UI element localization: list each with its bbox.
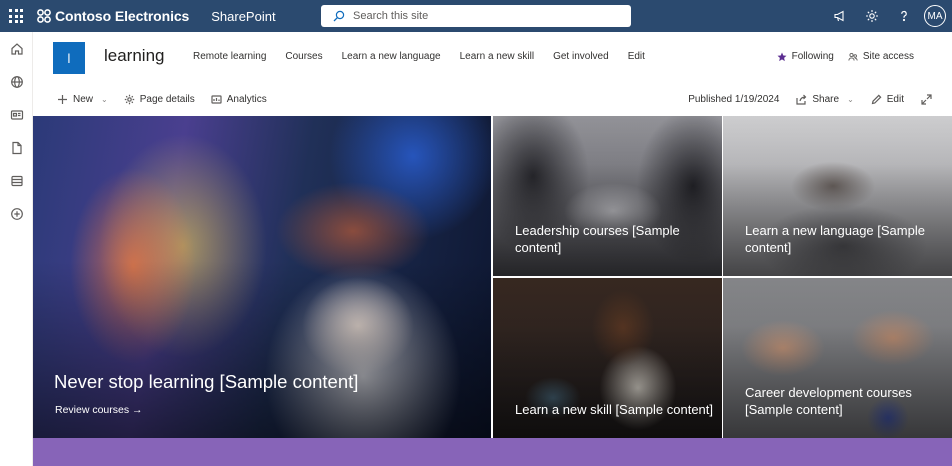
chevron-down-icon: ⌄ [101,95,108,104]
nav-item-learn-a-new-skill[interactable]: Learn a new skill [460,51,534,62]
avatar[interactable]: MA [924,5,946,27]
share-label: Share [812,94,840,105]
help-icon[interactable] [888,0,920,32]
site-title[interactable]: learning [104,46,165,66]
pencil-icon [871,94,882,105]
page-details-button[interactable]: Page details [124,94,195,105]
brand[interactable]: Contoso Electronics [36,0,189,32]
hero-web-part: Never stop learning [Sample content] Rev… [33,116,952,438]
hero-tile-main[interactable]: Never stop learning [Sample content] Rev… [33,116,491,438]
hero-tile-career[interactable]: Career development courses [Sample conte… [723,278,952,438]
nav-item-remote-learning[interactable]: Remote learning [193,51,266,62]
share-icon [796,94,807,105]
document-icon[interactable] [0,131,33,164]
hero-tile-leadership[interactable]: Leadership courses [Sample content] [493,116,722,276]
analytics-button[interactable]: Analytics [211,94,267,105]
app-name[interactable]: SharePoint [211,9,275,24]
plus-icon [58,95,67,104]
brand-name: Contoso Electronics [55,8,190,24]
list-icon[interactable] [0,164,33,197]
suite-bar: Contoso Electronics SharePoint Search th… [0,0,952,32]
expand-icon [921,94,932,105]
search-icon [333,10,345,22]
new-button[interactable]: New ⌄ [57,94,108,105]
nav-edit-link[interactable]: Edit [628,51,645,62]
site-logo[interactable]: l [53,42,85,74]
command-bar: New ⌄ Page details Analytics Published 1… [33,84,952,116]
chevron-down-icon: ⌄ [847,95,854,104]
site-access-button[interactable]: Site access [848,51,914,62]
left-rail [0,32,33,466]
create-icon[interactable] [0,197,33,230]
megaphone-icon[interactable] [824,0,856,32]
site-navigation: Remote learning Courses Learn a new lang… [193,51,645,62]
share-button[interactable]: Share ⌄ [796,94,854,105]
star-icon [777,52,787,61]
hero-tile-skill[interactable]: Learn a new skill [Sample content] [493,278,722,438]
hero-tile-language[interactable]: Learn a new language [Sample content] [723,116,952,276]
published-status: Published 1/19/2024 [688,94,780,105]
globe-icon[interactable] [0,65,33,98]
nav-item-learn-a-new-language[interactable]: Learn a new language [342,51,441,62]
hero-tile-title: Learn a new skill [Sample content] [515,402,713,417]
news-icon[interactable] [0,98,33,131]
analytics-icon [211,95,222,104]
new-label: New [73,94,94,105]
review-courses-link[interactable]: Review courses → [55,404,143,416]
edit-button[interactable]: Edit [871,94,904,105]
site-header: l learning Remote learning Courses Learn… [33,32,952,84]
page-details-label: Page details [139,94,195,105]
nav-item-get-involved[interactable]: Get involved [553,51,609,62]
expand-button[interactable] [921,94,932,105]
following-label: Following [791,51,834,62]
purple-section-band [33,438,952,466]
analytics-label: Analytics [226,94,267,105]
hero-main-title: Never stop learning [Sample content] [54,371,359,392]
search-box[interactable]: Search this site [321,5,631,27]
people-icon [848,52,858,61]
nav-item-courses[interactable]: Courses [285,51,322,62]
gear-icon[interactable] [856,0,888,32]
search-input[interactable]: Search this site [353,10,428,22]
contoso-logo-icon [37,9,51,23]
hero-tile-title: Leadership courses [Sample content] [515,223,680,255]
gear-icon [124,94,134,105]
home-icon[interactable] [0,32,33,65]
app-launcher-icon[interactable] [0,0,32,32]
hero-tile-title: Career development courses [Sample conte… [745,385,912,417]
following-button[interactable]: Following [777,51,834,62]
site-access-label: Site access [862,51,914,62]
hero-tile-title: Learn a new language [Sample content] [745,223,925,255]
edit-label: Edit [886,94,904,105]
